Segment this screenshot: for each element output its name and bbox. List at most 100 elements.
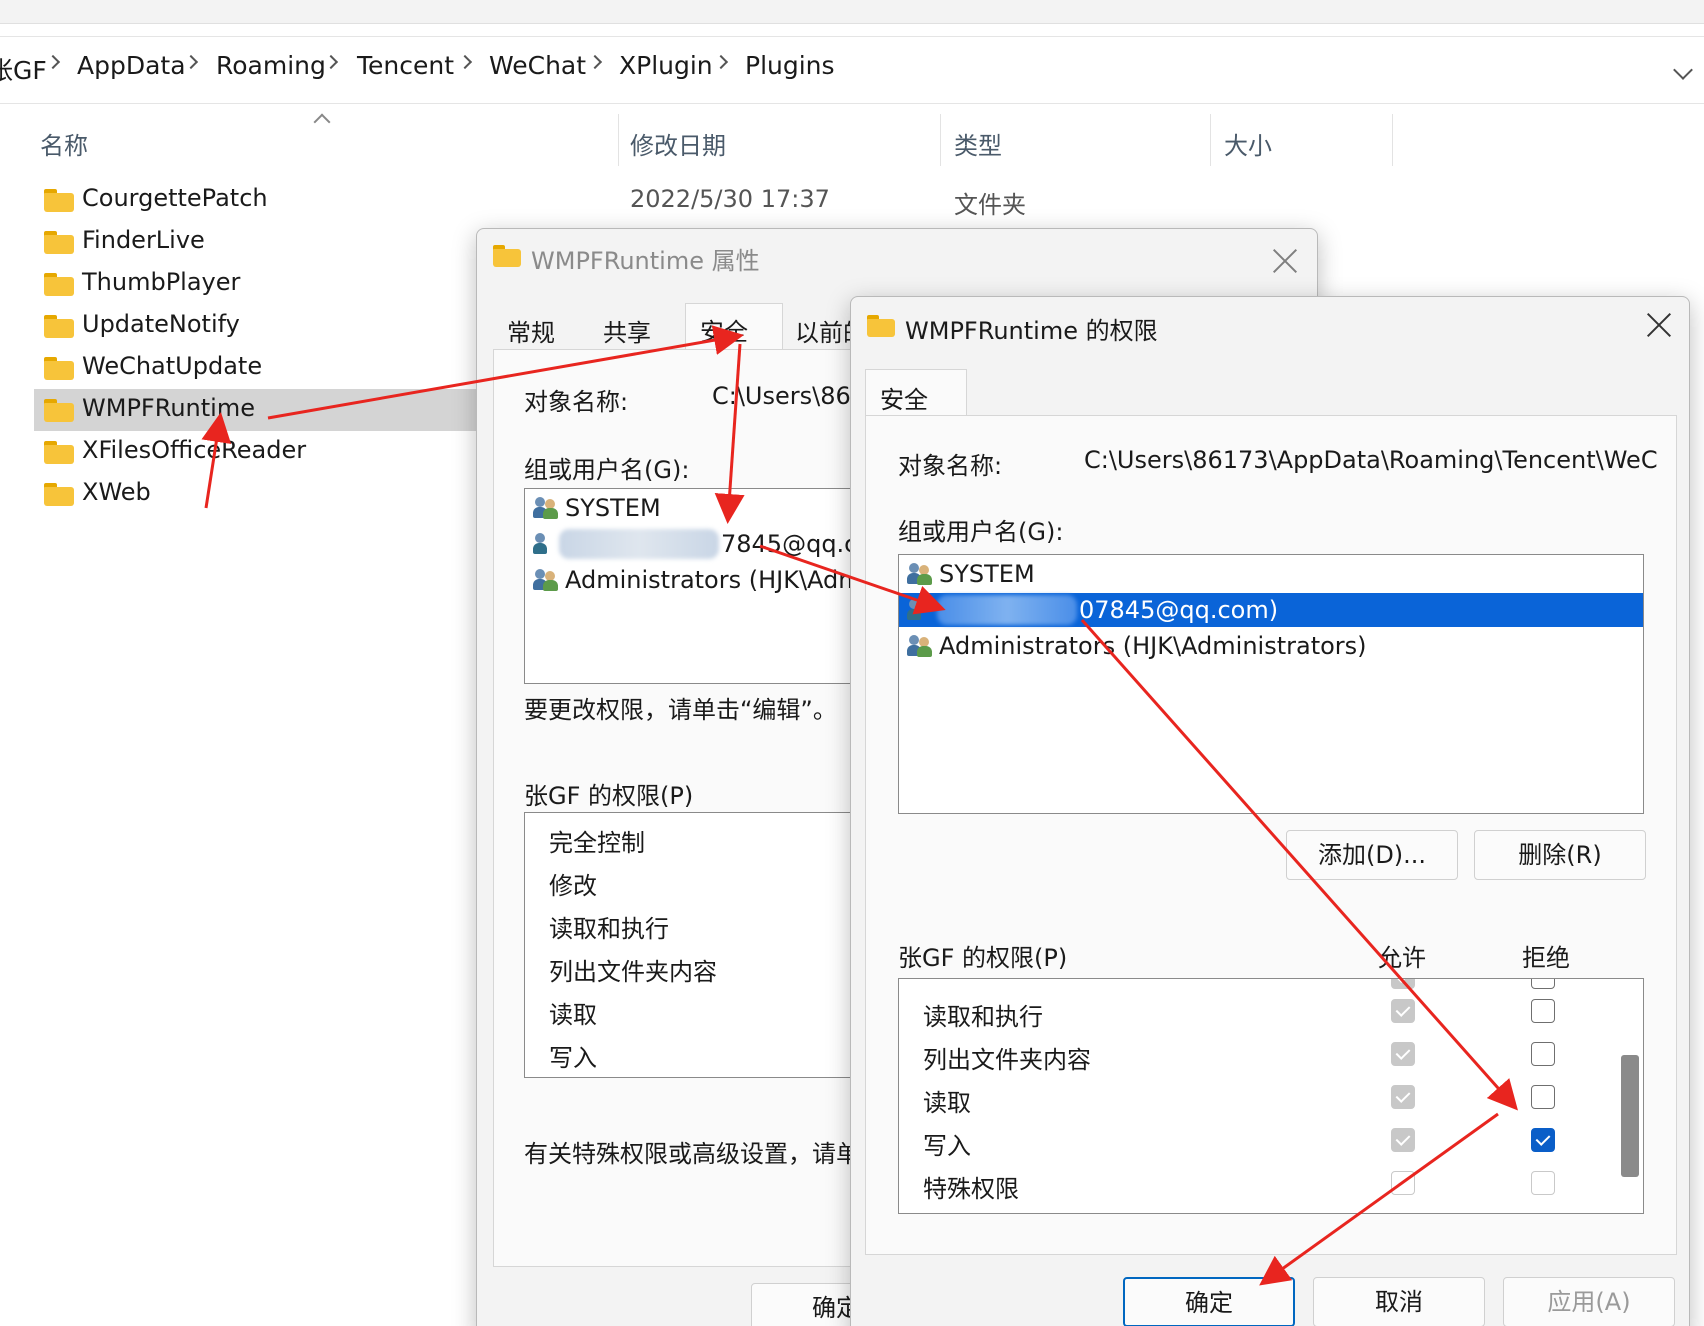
folder-icon (44, 189, 74, 212)
user-group-icon (907, 563, 933, 585)
permission-name: 完全控制 (549, 829, 645, 857)
folder-icon (44, 399, 74, 422)
permissions-label: 张GF 的权限(P) (898, 944, 1068, 972)
file-row[interactable]: FinderLive (34, 221, 504, 263)
deny-checkbox[interactable] (1531, 1042, 1555, 1066)
deny-checkbox[interactable] (1531, 999, 1555, 1023)
folder-icon (44, 273, 74, 296)
file-name: CourgettePatch (82, 184, 268, 212)
breadcrumb-item[interactable]: WeChat (489, 51, 586, 80)
chevron-right-icon (323, 54, 339, 70)
file-row[interactable]: ThumbPlayer (34, 263, 504, 305)
column-divider[interactable] (1210, 114, 1211, 166)
column-divider[interactable] (618, 114, 619, 166)
permission-name: 列出文件夹内容 (549, 958, 717, 986)
folder-icon (44, 441, 74, 464)
scrollbar-thumb[interactable] (1621, 1055, 1639, 1177)
user-group-icon (907, 635, 933, 657)
close-icon[interactable] (1645, 311, 1673, 339)
change-permissions-hint: 要更改权限，请单击“编辑”。 (524, 696, 837, 724)
user-icon (907, 599, 933, 621)
breadcrumb-item[interactable]: Tencent (357, 51, 454, 80)
deny-checkbox[interactable] (1531, 1085, 1555, 1109)
permission-name: 读取和执行 (549, 915, 669, 943)
user-icon (533, 533, 559, 555)
deny-checkbox[interactable] (1531, 979, 1555, 989)
file-row-selected[interactable]: WMPFRuntime (34, 389, 504, 431)
tab-sharing[interactable]: 共享 (603, 313, 651, 348)
file-name: WeChatUpdate (82, 352, 263, 380)
breadcrumb-item[interactable]: Roaming (216, 51, 326, 80)
chevron-down-icon[interactable] (1673, 60, 1693, 80)
user-group-icon (533, 497, 559, 519)
deny-column-header: 拒绝 (1522, 944, 1570, 972)
permission-name: 修改 (549, 872, 597, 900)
column-header-name[interactable]: 名称 (40, 126, 88, 161)
permission-name: 读取和执行 (923, 1003, 1043, 1031)
breadcrumb-item[interactable]: XPlugin (619, 51, 713, 80)
column-header-type[interactable]: 类型 (954, 126, 1002, 161)
close-icon[interactable] (1271, 247, 1299, 275)
permission-name: 特殊权限 (923, 1175, 1019, 1203)
chevron-right-icon (183, 54, 199, 70)
sort-ascending-icon (313, 113, 331, 131)
breadcrumb-item[interactable]: AppData (77, 51, 186, 80)
chevron-right-icon (45, 54, 61, 70)
file-name: FinderLive (82, 226, 205, 254)
breadcrumb-item[interactable]: Plugins (745, 51, 835, 80)
user-list[interactable]: SYSTEM 07845@qq.com) Administrators (HJK… (898, 554, 1644, 814)
column-divider[interactable] (1392, 114, 1393, 166)
file-name: UpdateNotify (82, 310, 240, 338)
breadcrumb[interactable]: 张GF AppData Roaming Tencent WeChat XPlug… (0, 36, 1704, 104)
allow-checkbox[interactable] (1391, 1171, 1415, 1195)
permissions-label: 张GF 的权限(P) (524, 782, 694, 810)
allow-checkbox[interactable] (1391, 1128, 1415, 1152)
file-name: WMPFRuntime (82, 394, 255, 422)
tab-security[interactable]: 安全 (700, 312, 748, 347)
permissions-list[interactable]: 读取和执行 列出文件夹内容 读取 写入 特殊权限 (898, 978, 1644, 1214)
permission-name: 列出文件夹内容 (923, 1046, 1091, 1074)
dialog-title: WMPFRuntime 属性 (531, 247, 760, 275)
tab-security[interactable]: 安全 (880, 380, 928, 415)
redacted-text (559, 529, 719, 559)
add-user-button[interactable]: 添加(D)... (1286, 830, 1458, 880)
allow-checkbox[interactable] (1391, 999, 1415, 1023)
file-name: XWeb (82, 478, 151, 506)
permission-name: 读取 (549, 1001, 597, 1029)
remove-user-button[interactable]: 删除(R) (1474, 830, 1646, 880)
deny-checkbox-checked[interactable] (1531, 1128, 1555, 1152)
file-type: 文件夹 (954, 191, 1026, 219)
permission-name: 写入 (923, 1132, 971, 1160)
file-name: ThumbPlayer (82, 268, 241, 296)
file-row[interactable]: XWeb (34, 473, 504, 515)
allow-checkbox[interactable] (1391, 1085, 1415, 1109)
file-row[interactable]: XFilesOfficeReader (34, 431, 504, 473)
apply-button[interactable]: 应用(A) (1503, 1277, 1675, 1326)
advanced-settings-hint: 有关特殊权限或高级设置，请单击 (524, 1140, 884, 1168)
ok-button[interactable]: 确定 (1123, 1277, 1295, 1326)
column-divider[interactable] (940, 114, 941, 166)
folder-icon (44, 231, 74, 254)
allow-checkbox[interactable] (1391, 1042, 1415, 1066)
list-item-selected[interactable]: 07845@qq.com) (899, 593, 1643, 627)
file-row[interactable]: WeChatUpdate (34, 347, 504, 389)
list-item[interactable]: Administrators (HJK\Administrators) (899, 629, 1643, 663)
tab-general[interactable]: 常规 (507, 313, 555, 348)
explorer-top-strip (0, 0, 1704, 24)
file-row[interactable]: UpdateNotify (34, 305, 504, 347)
group-user-label: 组或用户名(G): (898, 518, 1064, 546)
allow-checkbox[interactable] (1391, 979, 1415, 989)
file-name: XFilesOfficeReader (82, 436, 307, 464)
deny-checkbox[interactable] (1531, 1171, 1555, 1195)
column-header-size[interactable]: 大小 (1224, 126, 1272, 161)
column-header-modified[interactable]: 修改日期 (630, 126, 726, 161)
breadcrumb-item[interactable]: 张GF (0, 51, 47, 87)
user-name: SYSTEM (939, 560, 1035, 588)
list-item[interactable]: SYSTEM (899, 557, 1643, 591)
cancel-button[interactable]: 取消 (1313, 1277, 1485, 1326)
object-name-label: 对象名称: (898, 452, 1003, 480)
user-name: 07845@qq.com) (1079, 596, 1279, 624)
chevron-right-icon (587, 54, 603, 70)
file-row[interactable]: CourgettePatch (34, 179, 504, 221)
tab-panel: 对象名称: C:\Users\86173\AppData\Roaming\Ten… (865, 415, 1677, 1255)
